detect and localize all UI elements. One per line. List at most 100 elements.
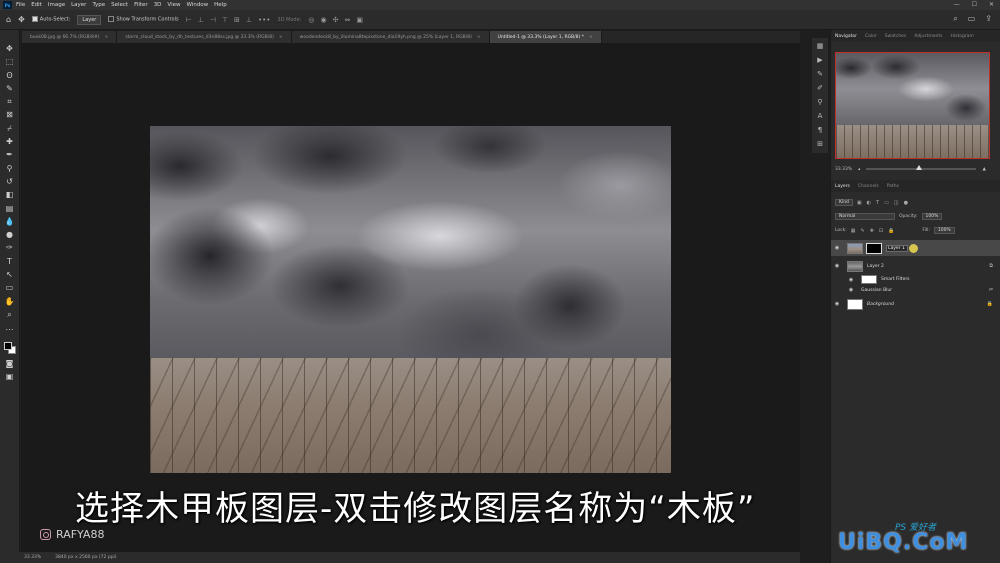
status-doc-size[interactable]: 3840 px x 2560 px (72 ppi) [55, 555, 116, 560]
fill-input[interactable]: 100% [933, 227, 955, 234]
navigator-preview[interactable] [835, 52, 990, 159]
menu-type[interactable]: Type [92, 2, 105, 8]
lock-icon[interactable]: 🔒 [987, 301, 993, 307]
dodge-tool-icon[interactable]: ● [6, 230, 13, 239]
frame-tool-icon[interactable]: ⊠ [6, 110, 13, 119]
filter-kind-dropdown[interactable]: Kind [835, 199, 853, 206]
tab-navigator[interactable]: Navigator [835, 34, 857, 39]
brushes-icon[interactable]: ✐ [817, 84, 823, 92]
history-icon[interactable]: ▦ [817, 42, 824, 50]
3d-roll-icon[interactable]: ◉ [320, 16, 326, 24]
tab-layers[interactable]: Layers [835, 184, 850, 189]
visibility-eye-icon[interactable]: ◉ [845, 277, 857, 283]
3d-pan-icon[interactable]: ✣ [333, 16, 339, 24]
visibility-eye-icon[interactable]: ◉ [845, 287, 857, 293]
lasso-tool-icon[interactable]: ʘ [6, 71, 12, 80]
healing-brush-icon[interactable]: ✚ [6, 137, 13, 146]
home-icon[interactable]: ⌂ [6, 15, 11, 24]
type-tool-icon[interactable]: T [7, 257, 12, 266]
align-right-icon[interactable]: ⊣ [210, 16, 216, 24]
show-transform-checkbox[interactable]: Show Transform Controls [108, 16, 179, 23]
3d-scale-icon[interactable]: ▣ [356, 16, 363, 24]
brush-settings-icon[interactable]: ✎ [817, 70, 823, 78]
zoom-slider[interactable] [866, 165, 977, 170]
menu-image[interactable]: Image [48, 2, 65, 8]
foreground-color[interactable] [3, 341, 12, 350]
menu-3d[interactable]: 3D [154, 2, 162, 8]
align-middle-icon[interactable]: ⊞ [234, 16, 240, 24]
clone-source-icon[interactable]: ⚲ [817, 98, 822, 106]
color-swatches[interactable] [3, 341, 17, 355]
tab-book08[interactable]: book08.jpg @ 66.7% (RGB/8#) × [22, 31, 118, 43]
visibility-eye-icon[interactable]: ◉ [831, 301, 843, 307]
tab-swatches[interactable]: Swatches [885, 34, 907, 39]
move-tool-icon[interactable]: ✥ [18, 15, 25, 24]
close-tab-icon[interactable]: × [589, 35, 593, 40]
zoom-in-icon[interactable]: ▲ [982, 167, 985, 172]
menu-file[interactable]: File [16, 2, 25, 8]
tab-untitled-1[interactable]: Untitled-1 @ 33.3% (Layer 1, RGB/8) * × [489, 31, 602, 43]
photoshop-logo-icon[interactable]: Ps [3, 1, 12, 9]
clone-stamp-icon[interactable]: ⚲ [7, 164, 13, 173]
tab-channels[interactable]: Channels [858, 184, 879, 189]
brush-tool-icon[interactable]: ✒ [6, 150, 13, 159]
visibility-eye-icon[interactable]: ◉ [831, 245, 843, 251]
properties-icon[interactable]: ⊞ [817, 140, 823, 148]
smart-object-icon[interactable]: ⧉ [989, 263, 993, 269]
workspace-icon[interactable]: ▭ [968, 14, 976, 24]
3d-orbit-icon[interactable]: ◎ [308, 16, 314, 24]
blur-tool-icon[interactable]: 💧 [5, 217, 15, 226]
play-icon[interactable]: ▶ [817, 56, 822, 64]
filter-smart-icon[interactable]: ◫ [894, 200, 899, 206]
shape-tool-icon[interactable]: ▭ [6, 283, 14, 292]
layer-row-layer-2[interactable]: ◉ Layer 2 ⧉ [831, 258, 1000, 274]
history-brush-icon[interactable]: ↺ [6, 177, 13, 186]
layer-thumbnail[interactable] [847, 260, 863, 272]
quick-mask-icon[interactable]: ◙ [6, 359, 14, 368]
layer-row-smart-filters[interactable]: ◉ Smart Filters [831, 274, 1000, 285]
layer-row-background[interactable]: ◉ Background 🔒 [831, 296, 1000, 312]
crop-tool-icon[interactable]: ⌗ [7, 97, 12, 106]
share-icon[interactable]: ⇪ [985, 14, 992, 24]
minimize-icon[interactable]: — [954, 1, 960, 8]
eyedropper-tool-icon[interactable]: ⌿ [7, 124, 12, 133]
eraser-tool-icon[interactable]: ◧ [6, 190, 14, 199]
menu-layer[interactable]: Layer [71, 2, 86, 8]
layer-name-input[interactable] [886, 244, 908, 252]
filter-adjust-icon[interactable]: ◐ [867, 200, 871, 206]
lock-transparency-icon[interactable]: ▦ [851, 228, 856, 234]
align-bottom-icon[interactable]: ⊥ [246, 16, 252, 24]
lock-position-icon[interactable]: ✥ [870, 228, 874, 234]
more-tools-icon[interactable]: … [6, 323, 14, 332]
pen-tool-icon[interactable]: ✑ [6, 243, 13, 252]
zoom-out-icon[interactable]: ▴ [858, 167, 860, 172]
align-center-icon[interactable]: ⊥ [198, 16, 204, 24]
lock-all-icon[interactable]: 🔒 [888, 228, 894, 234]
tab-woodendeck[interactable]: woodendeck8_by_illumina8tepixstone_dia19… [291, 31, 490, 43]
move-tool-icon[interactable]: ✥ [6, 44, 13, 53]
layer-thumbnail[interactable] [847, 298, 863, 310]
close-tab-icon[interactable]: × [279, 35, 283, 40]
3d-slide-icon[interactable]: ⇔ [344, 16, 350, 24]
marquee-tool-icon[interactable]: ⬚ [6, 57, 14, 66]
auto-select-checkbox[interactable]: Auto-Select: [31, 16, 70, 23]
align-left-icon[interactable]: ⊢ [186, 16, 192, 24]
filter-mask-thumbnail[interactable] [861, 275, 877, 284]
tab-color[interactable]: Color [865, 34, 877, 39]
close-tab-icon[interactable]: × [477, 35, 481, 40]
menu-select[interactable]: Select [111, 2, 128, 8]
filter-type-icon[interactable]: T [876, 200, 879, 206]
quick-select-tool-icon[interactable]: ✎ [6, 84, 13, 93]
menu-filter[interactable]: Filter [134, 2, 148, 8]
close-tab-icon[interactable]: × [105, 35, 109, 40]
path-select-icon[interactable]: ↖ [6, 270, 13, 279]
visibility-eye-icon[interactable]: ◉ [831, 263, 843, 269]
navigator-zoom-value[interactable]: 33.33% [835, 167, 852, 172]
menu-window[interactable]: Window [186, 2, 208, 8]
blend-mode-dropdown[interactable]: Normal [835, 213, 895, 220]
filter-toggle-icon[interactable]: ● [904, 200, 908, 206]
screen-mode-icon[interactable]: ▣ [6, 372, 14, 381]
zoom-slider-knob[interactable] [916, 165, 923, 170]
close-icon[interactable]: ✕ [989, 1, 994, 8]
tab-storm-cloud[interactable]: storm_cloud_stock_by_dh_textures_d3n88ss… [117, 31, 292, 43]
